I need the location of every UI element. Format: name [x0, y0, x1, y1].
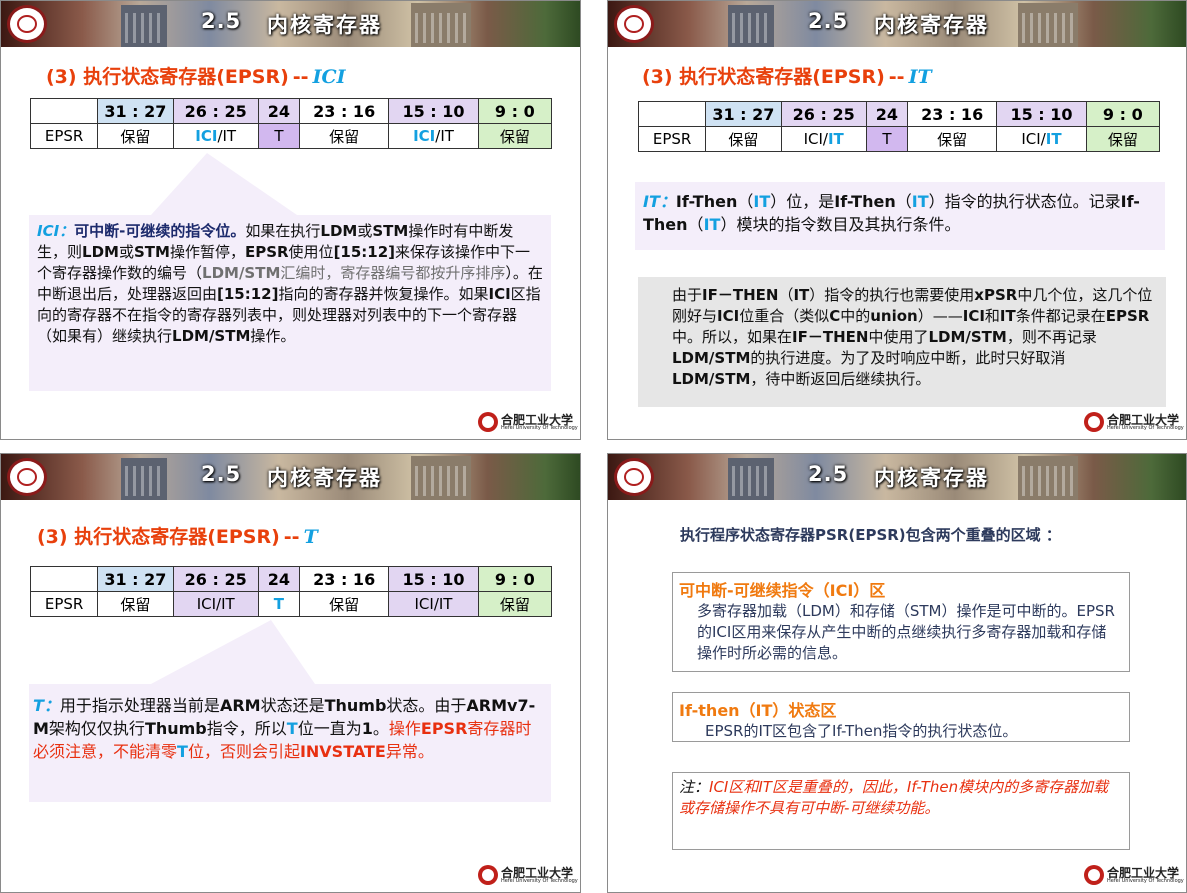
- university-emblem-icon: [1084, 865, 1104, 885]
- bits-26-25: 26 : 25: [780, 101, 867, 127]
- ici-region-heading: 可中断-可继续指令（ICI）区: [679, 581, 886, 600]
- it-explanation: 由于IF－THEN（IT）指令的执行也需要使用xPSR中几个位，这几个位刚好与I…: [638, 277, 1166, 407]
- section-number: 2.5: [808, 9, 849, 33]
- it-region-text: EPSR的IT区包含了If-Then指令的执行状态位。: [705, 722, 1018, 740]
- subtitle-term: IT: [908, 66, 932, 88]
- table-corner: [637, 101, 707, 127]
- slide-it: 2.5 内核寄存器 (3) 执行状态寄存器(EPSR) -- IT 31 : 27 …: [607, 0, 1187, 440]
- overlap-note: 注：ICI区和IT区是重叠的，因此，If-Then模块内的多寄存器加载或存储操作…: [672, 772, 1130, 850]
- university-emblem-icon: [1084, 412, 1104, 432]
- page-title: 内核寄存器: [874, 13, 989, 37]
- university-logo: 合肥工业大学 Hefei University Of Technology: [478, 864, 578, 886]
- slide-subtitle: (3) 执行状态寄存器(EPSR) -- IT: [642, 62, 932, 89]
- university-name-en: Hefei University Of Technology: [501, 425, 578, 431]
- note-text: ICI区和IT区是重叠的，因此，If-Then模块内的多寄存器加载或存储操作不具…: [679, 778, 1109, 817]
- university-emblem-icon: [478, 865, 498, 885]
- university-seal-icon: [614, 5, 654, 43]
- university-name-en: Hefei University Of Technology: [501, 878, 578, 884]
- university-name-en: Hefei University Of Technology: [1107, 425, 1184, 431]
- page-title: 内核寄存器: [874, 466, 989, 490]
- t-callout: T：用于指示处理器当前是ARM状态还是Thumb状态。由于ARMv7-M架构仅仅…: [29, 684, 551, 802]
- subtitle-separator: --: [888, 66, 905, 88]
- university-name-en: Hefei University Of Technology: [1107, 878, 1184, 884]
- university-emblem-icon: [478, 412, 498, 432]
- subtitle-prefix: (3) 执行状态寄存器(EPSR): [642, 66, 885, 88]
- field-t: T: [865, 126, 909, 152]
- ici-region-text: 多寄存器加载（LDM）和存储（STM）操作是可中断的。EPSR的ICI区用来保存…: [697, 602, 1115, 662]
- bits-23-16: 23 : 16: [906, 101, 998, 127]
- note-label: 注：: [679, 778, 710, 796]
- slide-t: 2.5 内核寄存器 (3) 执行状态寄存器(EPSR) -- T 31 : 27 2…: [0, 453, 581, 893]
- row-label: EPSR: [637, 126, 707, 152]
- field-ici-it: ICI/IT: [780, 126, 867, 152]
- field-ici-it: ICI/IT: [996, 126, 1087, 152]
- header-banner: 2.5 内核寄存器: [608, 454, 1186, 500]
- header-banner: 2.5 内核寄存器: [608, 1, 1186, 47]
- it-region-heading: If-then（IT）状态区: [679, 701, 837, 720]
- bits-9-0: 9 : 0: [1085, 101, 1161, 127]
- ici-callout: ICI：可中断-可继续的指令位。如果在执行LDM或STM操作时有中断发生，则LD…: [29, 215, 551, 391]
- field-reserved: 保留: [1085, 126, 1161, 152]
- callout-pointer: [151, 620, 315, 684]
- university-logo: 合肥工业大学 Hefei University Of Technology: [1084, 411, 1184, 433]
- field-reserved: 保留: [705, 126, 782, 152]
- bits-15-10: 15 : 10: [996, 101, 1087, 127]
- slide-ici: 2.5 内核寄存器 (3) 执行状态寄存器(EPSR) -- ICI 31 : 27…: [0, 0, 581, 440]
- slide-overlap: 2.5 内核寄存器 执行程序状态寄存器PSR(EPSR)包含两个重叠的区域 ： …: [607, 453, 1187, 893]
- epsr-bit-table: 31 : 27 26 : 25 24 23 : 16 15 : 10 9 : 0…: [637, 101, 1161, 152]
- overlap-headline: 执行程序状态寄存器PSR(EPSR)包含两个重叠的区域 ：: [680, 526, 1061, 544]
- bit-24: 24: [865, 101, 909, 127]
- ici-region-box: 可中断-可继续指令（ICI）区 多寄存器加载（LDM）和存储（STM）操作是可中…: [672, 572, 1130, 672]
- it-callout: IT：If-Then（IT）位，是If-Then（IT）指令的执行状态位。记录I…: [635, 182, 1165, 250]
- bits-31-27: 31 : 27: [705, 101, 782, 127]
- field-reserved: 保留: [906, 126, 998, 152]
- university-seal-icon: [614, 458, 654, 496]
- it-region-box: If-then（IT）状态区 EPSR的IT区包含了If-Then指令的执行状态…: [672, 692, 1130, 742]
- university-logo: 合肥工业大学 Hefei University Of Technology: [478, 411, 578, 433]
- section-number: 2.5: [808, 462, 849, 486]
- university-logo: 合肥工业大学 Hefei University Of Technology: [1084, 864, 1184, 886]
